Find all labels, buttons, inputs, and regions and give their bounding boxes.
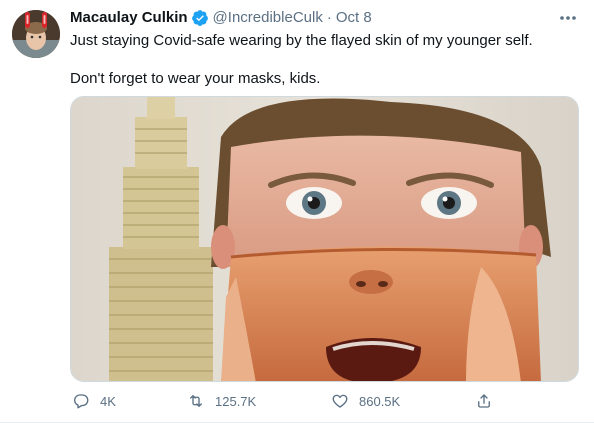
reply-count: 4K [100,393,116,409]
verified-badge-icon [191,9,209,27]
reply-icon [74,394,89,409]
like-button[interactable]: 860.5K [331,389,400,413]
reply-button[interactable]: 4K [72,389,116,413]
author-handle[interactable]: @IncredibleCulk [213,8,323,28]
tweet[interactable]: Macaulay Culkin @IncredibleCulk · Oct 8 … [0,0,594,423]
retweet-count: 125.7K [215,393,257,409]
timestamp[interactable]: Oct 8 [336,8,372,28]
tweet-text-line: Just staying Covid-safe wearing by the f… [70,32,533,49]
tweet-photo[interactable] [70,96,579,382]
share-icon [478,394,490,408]
tweet-actions: 4K 125.7K 860.5K [70,389,550,413]
more-options-icon[interactable] [556,8,580,28]
retweet-button[interactable]: 125.7K [187,389,256,413]
tweet-text-line: Don't forget to wear your masks, kids. [70,70,321,87]
like-count: 860.5K [359,393,401,409]
tweet-text: Just staying Covid-safe wearing by the f… [70,31,585,89]
avatar[interactable] [12,10,60,58]
author-name[interactable]: Macaulay Culkin [70,8,188,28]
tweet-header: Macaulay Culkin @IncredibleCulk · Oct 8 [70,8,372,28]
share-button[interactable] [475,389,503,413]
retweet-icon [190,395,202,407]
heart-icon [332,394,348,408]
separator-dot: · [326,9,332,26]
